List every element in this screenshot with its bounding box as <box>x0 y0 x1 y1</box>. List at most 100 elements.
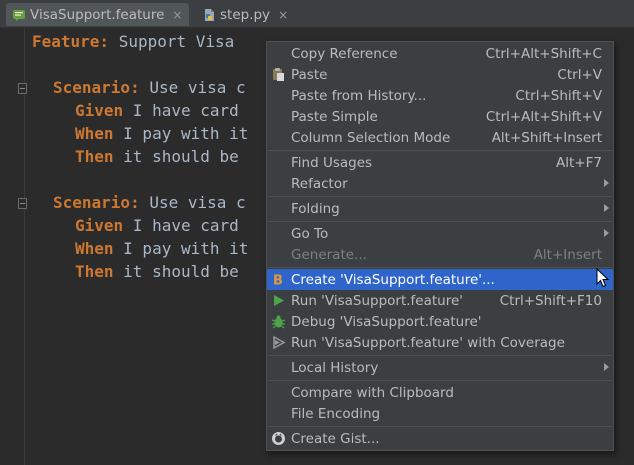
menu-item-label: Create 'VisaSupport.feature'... <box>291 271 495 288</box>
menu-item-create-configuration[interactable]: B Create 'VisaSupport.feature'... <box>267 269 613 290</box>
gherkin-keyword: When <box>75 124 114 143</box>
menu-item-label: File Encoding <box>291 405 381 422</box>
editor-tab-bar: VisaSupport.feature × step.py × <box>0 0 634 28</box>
menu-item-label: Debug 'VisaSupport.feature' <box>291 313 482 330</box>
code-line-when: When I pay with it <box>75 124 248 144</box>
fold-marker-icon[interactable] <box>18 83 27 94</box>
gherkin-keyword: Scenario: <box>53 193 140 212</box>
menu-item-label: Column Selection Mode <box>291 129 451 146</box>
menu-separator <box>268 221 612 222</box>
menu-item-debug[interactable]: Debug 'VisaSupport.feature' <box>267 311 613 332</box>
code-text: I have card <box>123 216 239 235</box>
feature-file-icon <box>13 9 25 21</box>
menu-item-shortcut: Ctrl+Alt+Shift+V <box>485 108 602 125</box>
debug-icon <box>271 315 286 329</box>
submenu-arrow-icon <box>604 179 609 187</box>
menu-item-shortcut: Ctrl+Alt+Shift+C <box>485 45 602 62</box>
menu-separator <box>268 355 612 356</box>
gherkin-keyword: When <box>75 239 114 258</box>
menu-item-label: Create Gist... <box>291 430 380 447</box>
menu-item-refactor[interactable]: Refactor <box>267 173 613 194</box>
mouse-cursor-icon <box>596 268 610 288</box>
code-text: I pay with it <box>113 239 249 258</box>
run-icon <box>274 295 284 306</box>
code-text: I pay with it <box>113 124 249 143</box>
menu-separator <box>268 267 612 268</box>
code-line-feature: Feature: Support Visa <box>32 32 234 52</box>
menu-item-label: Folding <box>291 200 340 217</box>
menu-item-paste-from-history[interactable]: Paste from History... Ctrl+Shift+V <box>267 85 613 106</box>
code-line-when: When I pay with it <box>75 239 248 259</box>
svg-text:B: B <box>273 274 283 288</box>
menu-item-shortcut: Ctrl+Shift+V <box>515 87 602 104</box>
menu-item-generate: Generate... Alt+Insert <box>267 244 613 265</box>
menu-item-shortcut: Ctrl+Shift+F10 <box>499 292 602 309</box>
menu-item-label: Run 'VisaSupport.feature' <box>291 292 463 309</box>
code-line-given: Given I have card <box>75 216 239 236</box>
context-menu: Copy Reference Ctrl+Alt+Shift+C Paste Ct… <box>266 41 614 451</box>
menu-item-paste-simple[interactable]: Paste Simple Ctrl+Alt+Shift+V <box>267 106 613 127</box>
gherkin-keyword: Given <box>75 101 124 120</box>
menu-separator <box>268 196 612 197</box>
code-line-scenario: Scenario: Use visa c <box>53 193 246 213</box>
menu-item-column-selection-mode[interactable]: Column Selection Mode Alt+Shift+Insert <box>267 127 613 148</box>
code-line-scenario: Scenario: Use visa c <box>53 78 246 98</box>
menu-separator <box>268 426 612 427</box>
menu-item-run-with-coverage[interactable]: Run 'VisaSupport.feature' with Coverage <box>267 332 613 353</box>
menu-item-run[interactable]: Run 'VisaSupport.feature' Ctrl+Shift+F10 <box>267 290 613 311</box>
menu-item-label: Local History <box>291 359 379 376</box>
gherkin-keyword: Given <box>75 216 124 235</box>
tab-label: VisaSupport.feature <box>30 6 165 23</box>
submenu-arrow-icon <box>604 229 609 237</box>
menu-item-file-encoding[interactable]: File Encoding <box>267 403 613 424</box>
menu-item-find-usages[interactable]: Find Usages Alt+F7 <box>267 152 613 173</box>
coverage-icon <box>273 335 286 350</box>
menu-item-label: Compare with Clipboard <box>291 384 454 401</box>
code-line-given: Given I have card <box>75 101 239 121</box>
menu-item-label: Refactor <box>291 175 348 192</box>
submenu-arrow-icon <box>604 363 609 371</box>
gherkin-keyword: Feature: <box>32 32 110 51</box>
code-line-then: Then it should be <box>75 262 239 282</box>
code-text: it should be <box>113 147 239 166</box>
menu-item-go-to[interactable]: Go To <box>267 223 613 244</box>
code-text: Use visa c <box>139 193 246 212</box>
gherkin-keyword: Then <box>75 147 114 166</box>
menu-item-label: Run 'VisaSupport.feature' with Coverage <box>291 334 565 351</box>
menu-separator <box>268 150 612 151</box>
menu-item-shortcut: Alt+Shift+Insert <box>491 129 602 146</box>
menu-item-label: Generate... <box>291 246 367 263</box>
menu-item-compare-with-clipboard[interactable]: Compare with Clipboard <box>267 382 613 403</box>
close-tab-icon[interactable]: × <box>172 8 182 22</box>
tab-label: step.py <box>220 6 271 23</box>
menu-item-label: Paste from History... <box>291 87 427 104</box>
menu-item-copy-reference[interactable]: Copy Reference Ctrl+Alt+Shift+C <box>267 43 613 64</box>
code-text: Support Visa <box>109 32 235 51</box>
menu-item-label: Copy Reference <box>291 45 398 62</box>
github-icon <box>272 432 285 445</box>
behave-icon: B <box>273 274 283 288</box>
menu-item-paste[interactable]: Paste Ctrl+V <box>267 64 613 85</box>
gherkin-keyword: Then <box>75 262 114 281</box>
code-line-then: Then it should be <box>75 147 239 167</box>
menu-item-shortcut: Alt+Insert <box>533 246 602 263</box>
close-tab-icon[interactable]: × <box>278 8 288 22</box>
menu-item-label: Go To <box>291 225 329 242</box>
submenu-arrow-icon <box>604 204 609 212</box>
tab-step-py[interactable]: step.py × <box>196 3 288 26</box>
menu-item-label: Paste <box>291 66 328 83</box>
fold-marker-icon[interactable] <box>18 198 27 209</box>
menu-item-create-gist[interactable]: Create Gist... <box>267 428 613 449</box>
tab-visasupport-feature[interactable]: VisaSupport.feature × <box>6 3 189 26</box>
menu-item-label: Paste Simple <box>291 108 378 125</box>
python-file-icon <box>205 8 214 21</box>
menu-item-shortcut: Ctrl+V <box>557 66 602 83</box>
paste-icon <box>273 68 284 81</box>
menu-item-folding[interactable]: Folding <box>267 198 613 219</box>
menu-separator <box>268 380 612 381</box>
code-text: Use visa c <box>139 78 246 97</box>
code-text: it should be <box>113 262 239 281</box>
menu-item-shortcut: Alt+F7 <box>556 154 602 171</box>
code-text: I have card <box>123 101 239 120</box>
menu-item-local-history[interactable]: Local History <box>267 357 613 378</box>
